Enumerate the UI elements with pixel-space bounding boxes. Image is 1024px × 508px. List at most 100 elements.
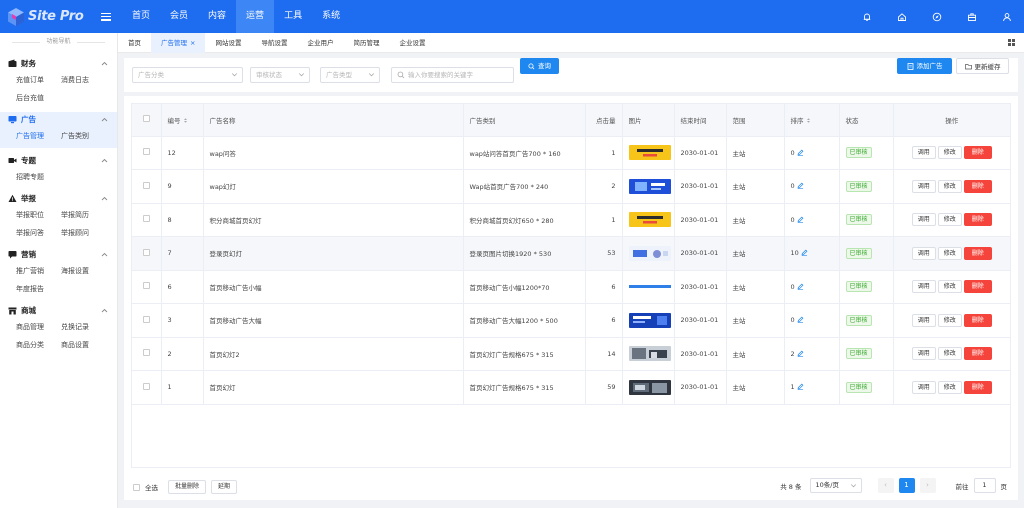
sidebar-item[interactable]: 兑换记录 — [61, 318, 106, 336]
sidebar-item[interactable]: 举报问答 — [16, 224, 61, 242]
edit-pencil-icon[interactable] — [797, 383, 804, 391]
row-checkbox[interactable] — [142, 282, 150, 290]
brand-logo[interactable]: Site Pro — [0, 0, 98, 33]
sidebar-item-ad-management[interactable]: 广告管理 — [16, 127, 61, 145]
ad-thumbnail-image[interactable] — [628, 145, 671, 161]
sidebar-item[interactable]: 招聘专题 — [16, 168, 61, 186]
row-checkbox[interactable] — [142, 248, 150, 256]
search-input[interactable]: 输入你要搜索的关键字 — [391, 67, 514, 83]
tab-nav-settings[interactable]: 导航设置 — [251, 33, 297, 53]
tab-site-settings[interactable]: 网站设置 — [205, 33, 251, 53]
delete-button[interactable]: 删除 — [963, 347, 992, 361]
sidebar-group-header[interactable]: 财务 — [0, 56, 117, 71]
table-row[interactable]: 3 首页移动广告大幅 首页移动广告大幅1200 * 500 6 2030-01-01 主站… — [132, 303, 1010, 338]
ad-thumbnail-image[interactable] — [628, 312, 671, 328]
use-button[interactable]: 调用 — [911, 213, 936, 227]
use-button[interactable]: 调用 — [911, 280, 936, 294]
use-button[interactable]: 调用 — [911, 313, 936, 327]
edit-button[interactable]: 修改 — [937, 380, 962, 394]
close-icon[interactable]: × — [190, 39, 195, 47]
tab-home[interactable]: 首页 — [118, 33, 151, 53]
sidebar-item[interactable]: 举报职位 — [16, 206, 61, 224]
column-header-sort[interactable]: 排序 — [784, 104, 840, 137]
edit-button[interactable]: 修改 — [937, 246, 962, 260]
nav-item-content[interactable]: 内容 — [198, 0, 236, 33]
table-row[interactable]: 7 登录页幻灯 登录页图片切换1920 * 530 53 2030-01-01 主站 10 已… — [132, 236, 1010, 271]
delete-button[interactable]: 删除 — [963, 246, 992, 260]
edit-button[interactable]: 修改 — [937, 280, 962, 294]
search-button[interactable]: 查询 — [520, 58, 559, 74]
goto-page-input[interactable]: 1 — [973, 478, 996, 493]
column-header-id[interactable]: 编号 — [161, 104, 204, 137]
type-select[interactable]: 广告类型 — [320, 67, 380, 83]
select-all-footer-checkbox[interactable] — [133, 483, 140, 491]
ad-thumbnail-image[interactable] — [628, 212, 671, 228]
sidebar-item[interactable]: 后台充值 — [16, 89, 61, 107]
sidebar-group-header[interactable]: 专题 — [0, 153, 117, 168]
page-number-button[interactable]: 1 — [898, 478, 915, 493]
edit-pencil-icon[interactable] — [801, 249, 808, 257]
nav-item-system[interactable]: 系统 — [312, 0, 350, 33]
edit-pencil-icon[interactable] — [797, 316, 804, 324]
edit-button[interactable]: 修改 — [937, 179, 962, 193]
status-select[interactable]: 审核状态 — [250, 67, 310, 83]
select-all-checkbox[interactable] — [142, 115, 150, 123]
row-checkbox[interactable] — [142, 215, 150, 223]
delete-button[interactable]: 删除 — [963, 146, 992, 160]
sidebar-item[interactable]: 年度报告 — [16, 280, 61, 298]
delete-button[interactable]: 删除 — [963, 179, 992, 193]
use-button[interactable]: 调用 — [911, 146, 936, 160]
add-ad-button[interactable]: 添加广告 — [897, 58, 952, 74]
user-icon[interactable] — [989, 0, 1024, 33]
sidebar-group-header[interactable]: 广告 — [0, 112, 117, 127]
sidebar-item[interactable]: 商品管理 — [16, 318, 61, 336]
row-checkbox[interactable] — [142, 148, 150, 156]
edit-pencil-icon[interactable] — [797, 182, 804, 190]
prev-page-button[interactable]: ‹ — [877, 478, 894, 493]
sidebar-group-header[interactable]: 商城 — [0, 303, 117, 318]
table-row[interactable]: 12 wap问答 wap站问答首页广告700 * 160 1 2030-01-01 主站 0… — [132, 136, 1010, 170]
sidebar-item[interactable]: 商品设置 — [61, 336, 106, 354]
tab-resume-management[interactable]: 简历管理 — [343, 33, 389, 53]
use-button[interactable]: 调用 — [911, 380, 936, 394]
delete-button[interactable]: 删除 — [963, 280, 992, 294]
page-size-select[interactable]: 10条/页 — [809, 478, 862, 493]
edit-pencil-icon[interactable] — [797, 283, 804, 290]
edit-button[interactable]: 修改 — [937, 213, 962, 227]
tab-ad-management[interactable]: 广告管理 × — [151, 32, 206, 53]
tab-company-settings[interactable]: 企业设置 — [389, 33, 435, 53]
edit-pencil-icon[interactable] — [797, 216, 804, 223]
row-checkbox[interactable] — [142, 382, 150, 390]
batch-delete-button[interactable]: 批量删除 — [168, 480, 207, 494]
use-button[interactable]: 调用 — [911, 179, 936, 193]
briefcase-icon[interactable] — [954, 0, 989, 33]
row-checkbox[interactable] — [142, 349, 150, 357]
next-page-button[interactable]: › — [919, 478, 936, 493]
ad-thumbnail-image[interactable] — [628, 379, 671, 395]
refresh-cache-button[interactable]: 更新缓存 — [956, 58, 1009, 74]
sidebar-item[interactable]: 消费日志 — [61, 71, 106, 89]
sidebar-item[interactable]: 推广营销 — [16, 262, 61, 280]
row-checkbox[interactable] — [142, 315, 150, 323]
sidebar-item[interactable]: 商品分类 — [16, 336, 61, 354]
home-icon[interactable] — [884, 0, 919, 33]
ad-thumbnail-image[interactable] — [628, 245, 671, 261]
tab-company-users[interactable]: 企业用户 — [297, 33, 343, 53]
table-row[interactable]: 6 首页移动广告小幅 首页移动广告小幅1200*70 6 2030-01-01 主站 0 已审… — [132, 270, 1010, 304]
edit-pencil-icon[interactable] — [797, 350, 804, 357]
table-row[interactable]: 2 首页幻灯2 首页幻灯广告规格675 * 315 14 2030-01-01 主站 2 已审… — [132, 337, 1010, 371]
sidebar-item[interactable]: 海报设置 — [61, 262, 106, 280]
use-button[interactable]: 调用 — [911, 246, 936, 260]
sidebar-group-header[interactable]: 举报 — [0, 191, 117, 206]
edit-button[interactable]: 修改 — [937, 347, 962, 361]
extend-button[interactable]: 延期 — [211, 480, 238, 494]
table-row[interactable]: 1 首页幻灯 首页幻灯广告规格675 * 315 59 2030-01-01 主站 1 已审核… — [132, 370, 1010, 405]
ad-thumbnail-image[interactable] — [628, 279, 671, 295]
sidebar-item[interactable]: 充值订单 — [16, 71, 61, 89]
sidebar-group-header[interactable]: 营销 — [0, 247, 117, 262]
ad-thumbnail-image[interactable] — [628, 346, 671, 362]
delete-button[interactable]: 删除 — [963, 313, 992, 327]
sidebar-item[interactable]: 举报顾问 — [61, 224, 106, 242]
menu-toggle-icon[interactable] — [101, 12, 111, 22]
table-row[interactable]: 8 积分商城首页幻灯 积分商城首页幻灯650 * 280 1 2030-01-01 主站 0… — [132, 203, 1010, 237]
